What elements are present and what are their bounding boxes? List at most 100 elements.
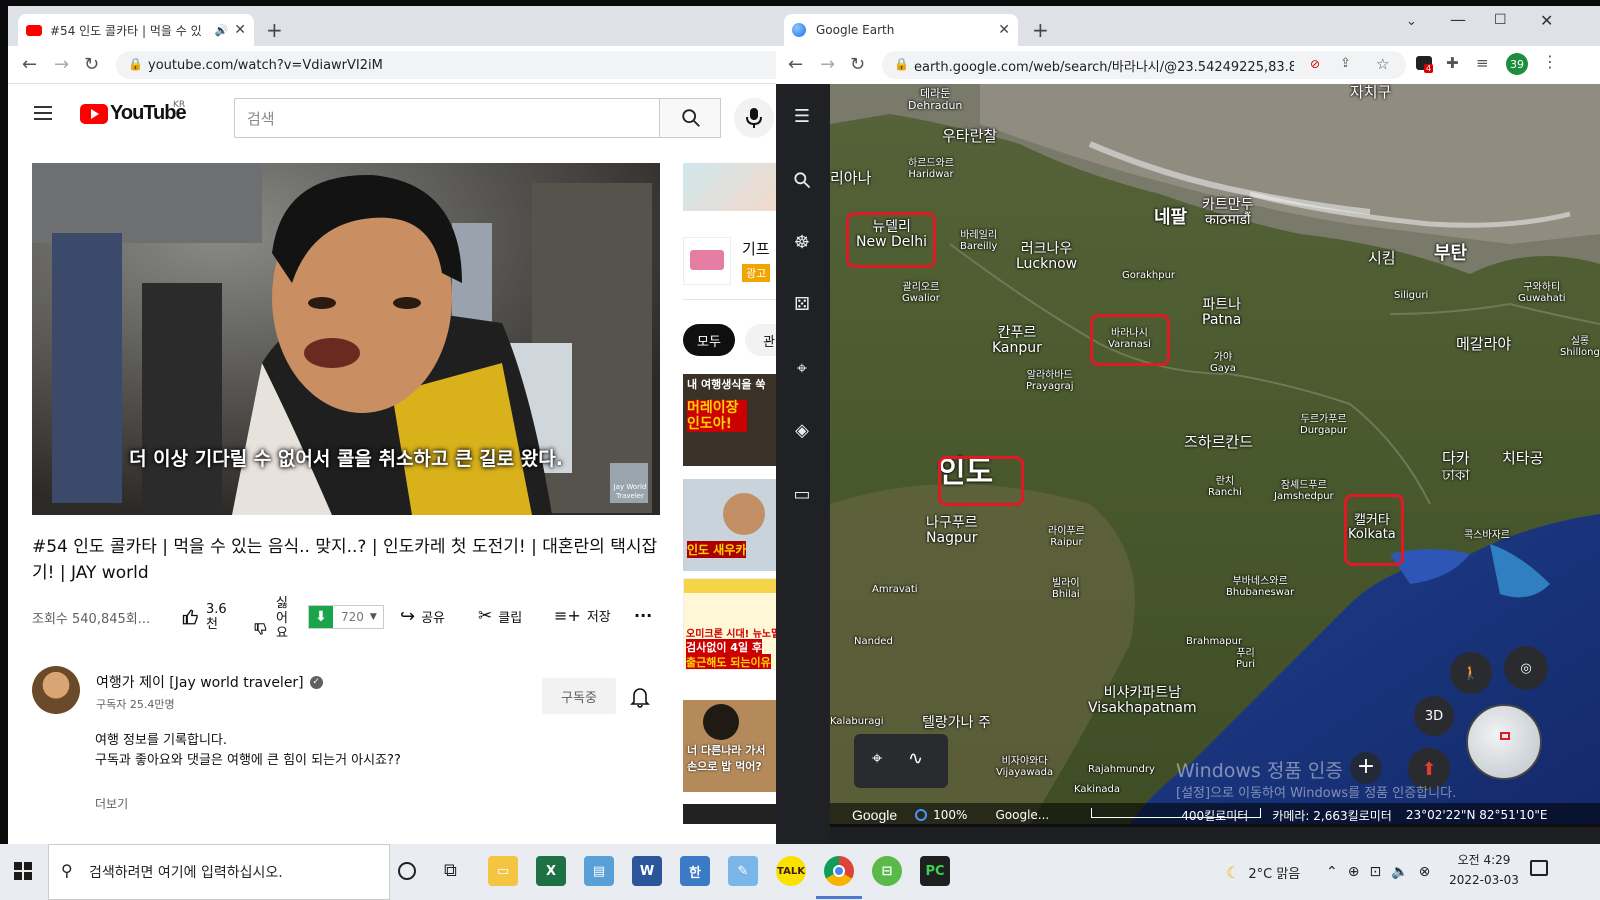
new-tab-icon[interactable]: + (266, 18, 283, 42)
file-explorer-icon[interactable]: ▭ (488, 856, 518, 886)
recommendation-thumbnail[interactable] (683, 163, 783, 211)
add-placemark-icon[interactable]: ⌖ (872, 748, 882, 769)
close-window-icon[interactable]: ✕ (1540, 11, 1553, 30)
place-durgapur: 두르가푸르 Durgapur (1300, 414, 1348, 436)
voyager-icon[interactable]: ☸ (791, 232, 813, 254)
kakaotalk-icon[interactable]: TALK (776, 856, 806, 886)
show-more-link[interactable]: 더보기 (95, 795, 128, 812)
chip-all[interactable]: 모두 (683, 324, 735, 356)
notification-icon[interactable] (1530, 860, 1548, 876)
pegman-street-view-icon[interactable]: 🚶 (1450, 652, 1492, 694)
extensions-puzzle-icon[interactable]: ✚ (1446, 54, 1459, 72)
chrome-icon[interactable] (824, 856, 854, 886)
recommendation-thumbnail[interactable]: 너 다른나라 가서 손으로 밥 먹어? (683, 700, 783, 792)
bell-icon[interactable] (630, 686, 650, 708)
ime-icon[interactable]: ⊗ (1419, 864, 1431, 880)
ad-title[interactable]: 기프 (742, 238, 770, 259)
recommendation-thumbnail[interactable]: 인도 새우카 (683, 479, 783, 571)
paint-icon[interactable]: ✎ (728, 856, 758, 886)
extension-icon[interactable]: 4 (1416, 56, 1434, 73)
tab-search-icon[interactable]: ⌄ (1406, 14, 1417, 29)
tab-google-earth[interactable]: Google Earth ✕ (784, 14, 1018, 46)
my-location-icon[interactable]: ◎ (1504, 646, 1548, 690)
channel-name[interactable]: 여행가 제이 [Jay world traveler] (96, 672, 304, 692)
address-bar[interactable]: 🔒 earth.google.com/web/search/바라나시/@23.5… (882, 51, 1406, 79)
forward-icon[interactable]: → (54, 54, 69, 75)
tray-expand-icon[interactable]: ⌃ (1326, 864, 1338, 880)
tab-youtube[interactable]: #54 인도 콜카타 | 먹을 수 있 🔊 ✕ (18, 14, 254, 46)
mini-globe[interactable] (1466, 704, 1542, 780)
bookmark-star-icon[interactable]: ☆ (1376, 55, 1389, 73)
pycharm-icon[interactable]: PC (920, 856, 950, 886)
share-page-icon[interactable]: ⇪ (1340, 56, 1351, 71)
save-button[interactable]: ≡+ 저장 (554, 606, 611, 625)
search-icon[interactable] (791, 170, 813, 192)
dislike-label-char: 요 (276, 626, 288, 641)
recommendation-thumbnail[interactable]: 오미크론 시대! 뉴노멀 검사없이 4일 후 출근해도 되는이유 (683, 578, 783, 670)
place-chittagong: 치타공 (1502, 449, 1544, 467)
projects-pin-icon[interactable]: ⌖ (791, 358, 813, 380)
close-tab-icon[interactable]: ✕ (998, 22, 1010, 38)
profile-avatar[interactable]: 39 (1506, 53, 1528, 75)
camera-altitude: 카메라: 2,663킬로미터 (1272, 808, 1392, 823)
more-actions-icon[interactable]: ... (634, 602, 652, 621)
start-windows-icon[interactable] (14, 862, 32, 880)
menu-icon[interactable]: ☰ (791, 106, 813, 128)
imagery-credit[interactable]: Google... (995, 808, 1049, 822)
reload-icon[interactable]: ↻ (84, 54, 99, 75)
chrome-menu-icon[interactable]: ⋮ (1542, 52, 1558, 71)
share-button[interactable]: ↪ 공유 (400, 606, 445, 627)
hamburger-menu-icon[interactable] (34, 106, 52, 120)
place-haridwar: 하르드와르 Haridwar (908, 158, 954, 180)
blocked-popup-icon[interactable]: ⊘ (1310, 57, 1320, 71)
naver-line-icon[interactable]: ⊟ (872, 856, 902, 886)
channel-avatar[interactable] (32, 666, 80, 714)
3d-toggle-button[interactable]: 3D (1414, 696, 1454, 736)
earth-map-view[interactable]: 데라둔 Dehradun 우타란찰 하르드와르 Haridwar 리아나 뉴델리 Ne… (830, 84, 1600, 824)
map-style-layers-icon[interactable]: ◈ (791, 420, 813, 442)
thumbs-down-icon (254, 622, 267, 635)
search-input[interactable]: 검색 (234, 98, 660, 138)
minimize-icon[interactable]: — (1450, 10, 1466, 29)
voice-search-button[interactable] (734, 98, 774, 138)
search-button[interactable] (659, 98, 721, 138)
back-icon[interactable]: ← (788, 54, 803, 75)
volume-icon[interactable]: 🔈 (1391, 864, 1408, 880)
ad-thumbnail[interactable] (683, 237, 731, 285)
new-tab-icon[interactable]: + (1032, 18, 1049, 42)
word-icon[interactable]: W (632, 856, 662, 886)
address-bar[interactable]: 🔒 youtube.com/watch?v=VdiawrVI2iM (116, 51, 792, 79)
youtube-logo[interactable]: YouTube (80, 102, 187, 125)
taskbar-search-box[interactable]: ⚲ 검색하려면 여기에 입력하십시오. (48, 844, 390, 900)
maximize-icon[interactable]: ☐ (1494, 12, 1507, 28)
hangul-office-icon[interactable]: 한 (680, 856, 710, 886)
tray-app-icon[interactable]: ⊕ (1348, 864, 1360, 880)
clip-button[interactable]: ✂ 클립 (478, 606, 522, 626)
draw-path-icon[interactable]: ∿ (908, 748, 923, 769)
audio-playing-icon[interactable]: 🔊 (215, 24, 229, 37)
activation-watermark-title: Windows 정품 인증 (1176, 760, 1343, 782)
measure-ruler-icon[interactable]: ▭ (791, 484, 813, 506)
recommendation-thumbnail[interactable] (683, 804, 783, 824)
video-player[interactable]: 더 이상 기다릴 수 없어서 콜을 취소하고 큰 길로 왔다. Jay Worl… (32, 163, 660, 515)
network-icon[interactable]: ⊡ (1369, 864, 1381, 880)
quality-selector[interactable]: ⬇ 720 ▼ (308, 605, 384, 629)
feeling-lucky-dice-icon[interactable]: ⚄ (791, 294, 813, 316)
weather-widget[interactable]: ☾ 2°C 맑음 (1226, 844, 1300, 900)
task-view-icon[interactable]: ⧉ (444, 860, 457, 881)
close-tab-icon[interactable]: ✕ (234, 22, 246, 38)
notepad-icon[interactable]: ▤ (584, 856, 614, 886)
subscribe-button[interactable]: 구독중 (542, 678, 616, 714)
media-control-icon[interactable]: ≡ (1476, 54, 1489, 72)
like-button[interactable]: 3.6 천 (182, 602, 227, 632)
lock-icon: 🔒 (128, 57, 143, 71)
forward-icon[interactable]: → (820, 54, 835, 75)
recommendation-thumbnail[interactable]: 내 여행생식을 쑥 머레이장 인도아! (683, 374, 783, 466)
clock[interactable]: 오전 4:29 2022-03-03 (1444, 850, 1524, 890)
back-icon[interactable]: ← (22, 54, 37, 75)
cortana-icon[interactable] (398, 862, 416, 880)
excel-icon[interactable]: X (536, 856, 566, 886)
zoom-in-icon[interactable]: + (1350, 752, 1382, 784)
dislike-button[interactable]: 싫 어 요 (254, 596, 288, 641)
reload-icon[interactable]: ↻ (850, 54, 865, 75)
